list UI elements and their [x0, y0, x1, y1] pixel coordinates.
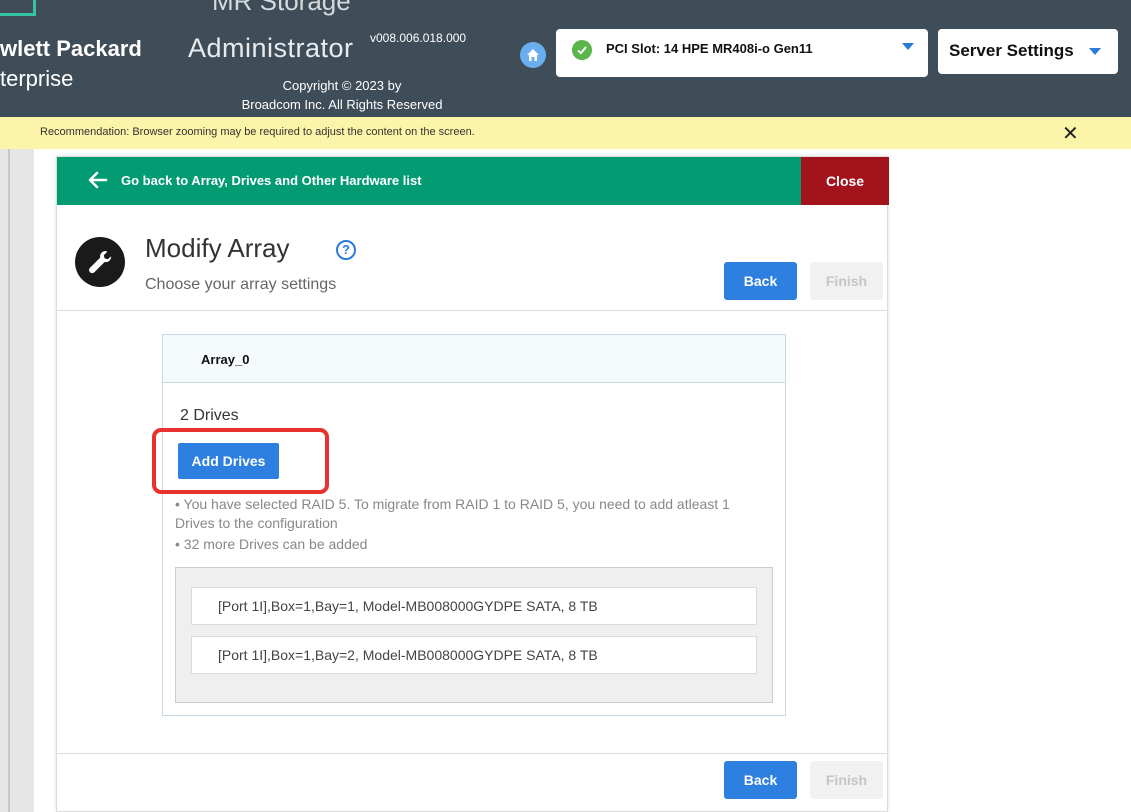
- server-settings-label: Server Settings: [949, 41, 1074, 60]
- arrow-left-icon: [88, 171, 108, 189]
- page-header: Modify Array ? Choose your array setting…: [57, 205, 889, 311]
- version-label: v008.006.018.000: [370, 31, 467, 45]
- list-item[interactable]: [Port 1I],Box=1,Bay=2, Model-MB008000GYD…: [191, 636, 757, 674]
- back-button-top[interactable]: Back: [724, 262, 797, 300]
- back-to-list-label: Go back to Array, Drives and Other Hardw…: [121, 173, 422, 188]
- wrench-icon: [75, 237, 125, 287]
- drives-list: [Port 1I],Box=1,Bay=1, Model-MB008000GYD…: [175, 567, 773, 703]
- caret-down-icon: [1089, 48, 1101, 55]
- footer-divider: [57, 753, 889, 754]
- check-circle-icon: [572, 40, 592, 60]
- raid-migration-note: • You have selected RAID 5. To migrate f…: [175, 496, 730, 531]
- product-name-fragment: MR Storage: [212, 0, 351, 16]
- caret-down-icon: [902, 43, 914, 50]
- brand-logo-mark: [0, 0, 36, 16]
- drive-count: 2 Drives: [180, 407, 239, 424]
- copyright-text: Copyright © 2023 by Broadcom Inc. All Ri…: [218, 76, 466, 114]
- list-item[interactable]: [Port 1I],Box=1,Bay=1, Model-MB008000GYD…: [191, 587, 757, 625]
- page-title: Modify Array: [145, 233, 290, 263]
- controller-select-label: PCI Slot: 14 HPE MR408i-o Gen11: [606, 41, 813, 56]
- recommendation-text: Recommendation: Browser zooming may be r…: [40, 126, 475, 138]
- close-icon[interactable]: ✕: [1062, 121, 1079, 146]
- copyright-line1: Copyright © 2023 by: [282, 78, 402, 93]
- add-drives-button[interactable]: Add Drives: [178, 443, 279, 479]
- brand-name-line2: terprise: [0, 66, 74, 91]
- array-card: Array_0 2 Drives Add Drives • You have s…: [152, 334, 786, 716]
- app-title: Administrator: [188, 33, 354, 63]
- server-settings-menu[interactable]: Server Settings: [938, 29, 1118, 74]
- copyright-line2: Broadcom Inc. All Rights Reserved: [241, 97, 443, 112]
- back-to-list-link[interactable]: Go back to Array, Drives and Other Hardw…: [57, 157, 801, 205]
- drives-available-note: • 32 more Drives can be added: [175, 536, 368, 552]
- recommendation-banner: Recommendation: Browser zooming may be r…: [0, 117, 1131, 149]
- left-sidebar-strip: [0, 149, 34, 812]
- array-name: Array_0: [201, 352, 250, 367]
- controller-select[interactable]: PCI Slot: 14 HPE MR408i-o Gen11: [556, 29, 928, 77]
- modify-array-panel: Go back to Array, Drives and Other Hardw…: [56, 156, 889, 812]
- home-icon: [527, 49, 539, 61]
- app-header: MR Storage wlett Packard terprise Admini…: [0, 0, 1131, 117]
- array-card-header: Array_0: [163, 335, 785, 383]
- finish-button-top[interactable]: Finish: [810, 262, 883, 300]
- page-subtitle: Choose your array settings: [145, 276, 337, 293]
- home-button[interactable]: [520, 42, 546, 68]
- back-button-bottom[interactable]: Back: [724, 761, 797, 799]
- sidebar-divider: [8, 149, 10, 812]
- brand-name: wlett Packard: [0, 36, 142, 61]
- help-circle-icon[interactable]: ?: [336, 240, 356, 260]
- finish-button-bottom[interactable]: Finish: [810, 761, 883, 799]
- close-button[interactable]: Close: [801, 157, 889, 205]
